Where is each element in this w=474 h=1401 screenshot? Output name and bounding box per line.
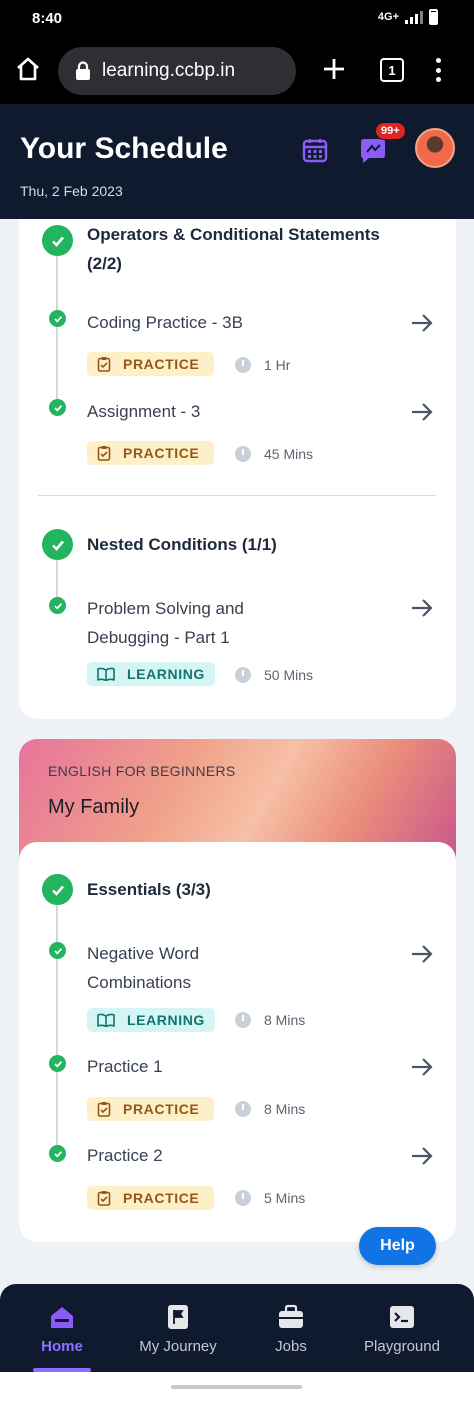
battery-icon [429,9,438,25]
topic-title: Essentials (3/3) [87,880,211,899]
network-type: 4G+ [377,11,399,23]
duration: 1 Hr [264,357,291,373]
duration: 8 Mins [264,1012,306,1028]
clock-icon [235,446,251,462]
browser-toolbar: learning.ccbp.in 1 [0,38,474,104]
url-text: learning.ccbp.in [102,60,236,81]
practice-tag: PRACTICE [87,1097,214,1121]
check-icon [42,225,73,256]
nav-jobs[interactable]: Jobs [256,1284,326,1372]
arrow-right-icon[interactable] [411,598,433,618]
arrow-right-icon[interactable] [411,1146,433,1166]
address-bar[interactable]: learning.ccbp.in [58,47,296,95]
topic-title: Operators & Conditional Statements (2/2) [87,225,380,273]
nav-playground[interactable]: Playground [352,1284,452,1372]
check-icon [49,399,66,416]
notification-badge: 99+ [375,122,406,140]
arrow-right-icon[interactable] [411,944,433,964]
duration: 50 Mins [264,667,314,683]
tab-switcher-button[interactable]: 1 [380,58,404,82]
tag-label: LEARNING [127,666,205,682]
help-button[interactable]: Help [359,1227,436,1265]
learning-tag: LEARNING [87,662,215,686]
nav-label: My Journey [139,1338,217,1355]
nav-label: Jobs [275,1338,307,1355]
arrow-right-icon[interactable] [411,313,433,333]
check-icon [49,597,66,614]
check-icon [42,529,73,560]
check-icon [49,310,66,327]
tag-label: PRACTICE [123,1190,200,1206]
session-title[interactable]: Practice 1 [87,1052,387,1081]
tag-label: PRACTICE [123,445,200,461]
learning-tag: LEARNING [87,1008,215,1032]
signal-icon [405,10,423,24]
page-title: Your Schedule [20,132,228,165]
browser-menu-icon[interactable] [430,56,446,84]
clock-icon [235,667,251,683]
home-icon[interactable] [14,55,42,83]
session-title[interactable]: Coding Practice - 3B [87,308,387,337]
check-icon [49,1055,66,1072]
clipboard-check-icon [97,1102,111,1117]
arrow-right-icon[interactable] [411,402,433,422]
status-bar: 8:40 4G+ [0,0,474,38]
section-divider [38,495,436,496]
practice-tag: PRACTICE [87,441,214,465]
avatar[interactable] [415,128,455,168]
practice-tag: PRACTICE [87,1186,214,1210]
tag-label: PRACTICE [123,356,200,372]
nav-home[interactable]: Home [22,1284,102,1372]
session-title[interactable]: Problem Solving and Debugging - Part 1 [87,594,282,652]
clipboard-check-icon [97,357,111,372]
status-time: 8:40 [32,10,63,27]
new-tab-icon[interactable] [320,55,348,83]
briefcase-icon [279,1304,303,1328]
nav-label: Playground [364,1338,440,1355]
tag-label: LEARNING [127,1012,205,1028]
tag-label: PRACTICE [123,1101,200,1117]
bottom-navigation: Home My Journey Jobs Playground [0,1284,474,1372]
session-title[interactable]: Practice 2 [87,1141,387,1170]
clock-icon [235,1101,251,1117]
nav-label: Home [41,1338,83,1355]
terminal-icon [390,1306,414,1328]
home-icon [51,1307,73,1328]
arrow-right-icon[interactable] [411,1057,433,1077]
check-icon [49,942,66,959]
book-icon [97,667,115,681]
book-icon [97,1013,115,1027]
clock-icon [235,1012,251,1028]
calendar-icon[interactable] [302,137,328,163]
topic-title: Nested Conditions (1/1) [87,535,277,554]
lock-icon [76,61,90,80]
session-title[interactable]: Assignment - 3 [87,397,387,426]
status-icons: 4G+ [378,9,438,25]
practice-tag: PRACTICE [87,352,214,376]
schedule-date: Thu, 2 Feb 2023 [20,183,123,199]
tab-count: 1 [388,62,396,78]
course-category: ENGLISH FOR BEGINNERS [48,763,236,779]
flag-icon [168,1305,188,1329]
clock-icon [235,357,251,373]
duration: 8 Mins [264,1101,306,1117]
duration: 5 Mins [264,1190,306,1206]
clipboard-check-icon [97,1191,111,1206]
announcement-icon[interactable] [358,136,388,166]
course-name: My Family [48,796,140,818]
clock-icon [235,1190,251,1206]
check-icon [42,874,73,905]
clipboard-check-icon [97,446,111,461]
check-icon [49,1145,66,1162]
session-title[interactable]: Negative Word Combinations [87,939,247,997]
gesture-handle[interactable] [171,1385,302,1389]
duration: 45 Mins [264,446,314,462]
nav-my-journey[interactable]: My Journey [128,1284,228,1372]
app-header: Your Schedule Thu, 2 Feb 2023 [0,104,474,219]
